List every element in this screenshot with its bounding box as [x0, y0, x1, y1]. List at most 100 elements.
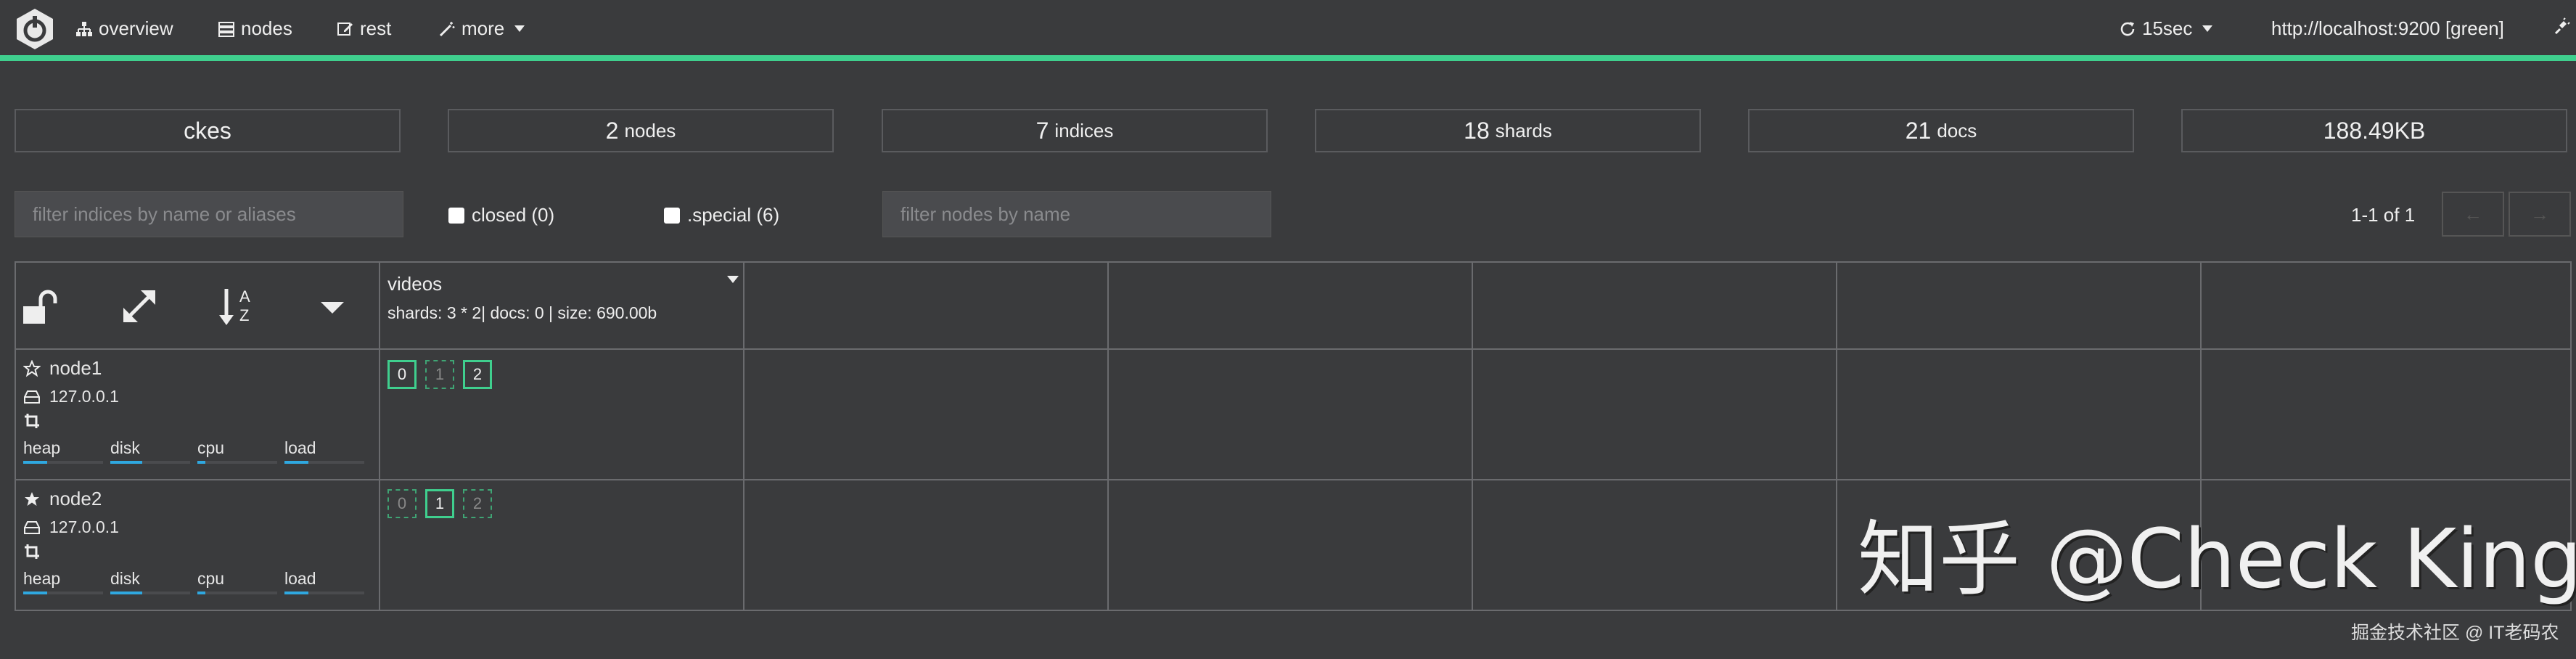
- node-ip-row: 127.0.0.1: [23, 387, 372, 406]
- node-metrics: heap disk cpu load: [23, 569, 372, 594]
- node-name: node2: [49, 488, 102, 509]
- hdd-icon: [24, 390, 40, 404]
- shard-box[interactable]: 1: [425, 360, 454, 389]
- grid-divider: [743, 263, 745, 611]
- node-name-row[interactable]: node2: [23, 488, 372, 510]
- shard-id: 2: [472, 494, 483, 512]
- stat-unit: docs: [1937, 119, 1977, 142]
- stat-indices: 7 indices: [882, 109, 1268, 152]
- shard-box[interactable]: 1: [425, 489, 454, 518]
- chevron-down-icon: [514, 25, 525, 32]
- metric-fill: [110, 592, 142, 594]
- cluster-url-label: http://localhost:9200 [green]: [2271, 17, 2504, 39]
- node-ip: 127.0.0.1: [49, 387, 119, 406]
- special-checkbox[interactable]: .special (6): [664, 204, 779, 226]
- metric-cpu: cpu: [197, 438, 284, 464]
- prev-page-button[interactable]: ←: [2442, 192, 2504, 237]
- shard-box[interactable]: 2: [463, 489, 492, 518]
- stat-value: 21: [1905, 117, 1932, 144]
- metric-bar: [284, 592, 364, 594]
- checkbox-box[interactable]: [664, 207, 680, 224]
- next-page-button[interactable]: →: [2509, 192, 2571, 237]
- server-icon: [218, 21, 234, 37]
- metric-label: disk: [110, 438, 140, 457]
- grid-divider: [1836, 263, 1837, 611]
- expand-icon[interactable]: [118, 285, 161, 328]
- nav-overview-label: overview: [99, 17, 173, 39]
- metric-fill: [284, 592, 308, 594]
- index-name[interactable]: videos: [387, 273, 442, 295]
- magic-icon: [439, 21, 455, 36]
- caret-down-icon[interactable]: [311, 285, 354, 328]
- stat-value: 2: [605, 117, 619, 144]
- svg-text:Z: Z: [239, 306, 249, 324]
- node-name-row[interactable]: node1: [23, 357, 372, 380]
- node-row: node2 127.0.0.1 heap disk cpu load: [23, 488, 372, 594]
- shard-id: 1: [435, 365, 445, 383]
- index-info: shards: 3 * 2| docs: 0 | size: 690.00b: [387, 303, 657, 322]
- unlock-icon[interactable]: [19, 285, 62, 328]
- cluster-url[interactable]: http://localhost:9200 [green]: [2271, 17, 2504, 40]
- cerebro-logo-icon[interactable]: [13, 7, 57, 51]
- metric-cpu: cpu: [197, 569, 284, 594]
- stat-cluster-name: ckes: [15, 109, 401, 152]
- shard-id: 2: [472, 365, 483, 383]
- node-metrics: heap disk cpu load: [23, 438, 372, 464]
- juejin-watermark: 掘金技术社区 @ IT老码农: [2351, 623, 2559, 643]
- stat-value: 188.49KB: [2323, 117, 2426, 144]
- shard-box[interactable]: 2: [463, 360, 492, 389]
- nav-rest-label: rest: [360, 17, 392, 39]
- metric-bar: [110, 461, 190, 464]
- sort-alpha-icon[interactable]: A Z: [216, 285, 260, 328]
- metric-bar: [197, 461, 277, 464]
- stat-docs: 21 docs: [1748, 109, 2134, 152]
- pager-text: 1-1 of 1: [2351, 204, 2416, 226]
- filter-nodes-input[interactable]: [882, 191, 1271, 237]
- refresh-icon: [2120, 21, 2135, 36]
- nav-overview[interactable]: overview: [75, 17, 173, 40]
- chevron-down-icon: [2202, 25, 2213, 32]
- grid-divider: [1107, 263, 1109, 611]
- metric-disk: disk: [110, 438, 197, 464]
- index-dropdown-caret-icon[interactable]: [727, 276, 739, 283]
- metric-label: load: [284, 569, 316, 588]
- edit-icon: [337, 22, 353, 36]
- shard-box[interactable]: 0: [387, 360, 417, 389]
- refresh-interval-dropdown[interactable]: 15sec: [2119, 17, 2213, 40]
- metric-label: disk: [110, 569, 140, 588]
- stat-value: ckes: [184, 117, 231, 144]
- metric-label: heap: [23, 438, 61, 457]
- stat-value: 7: [1035, 117, 1049, 144]
- closed-checkbox[interactable]: closed (0): [448, 204, 554, 226]
- metric-fill: [23, 461, 47, 464]
- stat-shards: 18 shards: [1315, 109, 1701, 152]
- disconnect-button[interactable]: [2553, 17, 2570, 35]
- node-ip-row: 127.0.0.1: [23, 517, 372, 537]
- node-row: node1 127.0.0.1 heap disk cpu load: [23, 357, 372, 464]
- metric-bar: [23, 592, 103, 594]
- metric-heap: heap: [23, 438, 110, 464]
- metric-fill: [284, 461, 308, 464]
- filter-indices-input[interactable]: [15, 191, 403, 237]
- metric-load: load: [284, 569, 372, 594]
- node-ip: 127.0.0.1: [49, 517, 119, 536]
- closed-checkbox-label: closed (0): [472, 204, 555, 226]
- shard-box[interactable]: 0: [387, 489, 417, 518]
- nav-nodes[interactable]: nodes: [218, 17, 292, 40]
- nav-more-dropdown[interactable]: more: [438, 17, 525, 40]
- stat-size: 188.49KB: [2181, 109, 2567, 152]
- metric-label: heap: [23, 569, 61, 588]
- crop-icon: [23, 412, 372, 434]
- metric-bar: [284, 461, 364, 464]
- nav-rest[interactable]: rest: [337, 17, 391, 40]
- metric-fill: [23, 592, 47, 594]
- metric-fill: [197, 461, 205, 464]
- checkbox-box[interactable]: [448, 207, 464, 224]
- grid-divider: [16, 479, 2570, 480]
- arrow-left-icon: ←: [2464, 202, 2482, 225]
- special-checkbox-label: .special (6): [687, 204, 780, 226]
- grid-divider: [16, 348, 2570, 350]
- top-navbar: overview nodes rest more 15sec http://lo…: [0, 0, 2576, 61]
- metric-bar: [110, 592, 190, 594]
- grid-divider: [1472, 263, 1473, 611]
